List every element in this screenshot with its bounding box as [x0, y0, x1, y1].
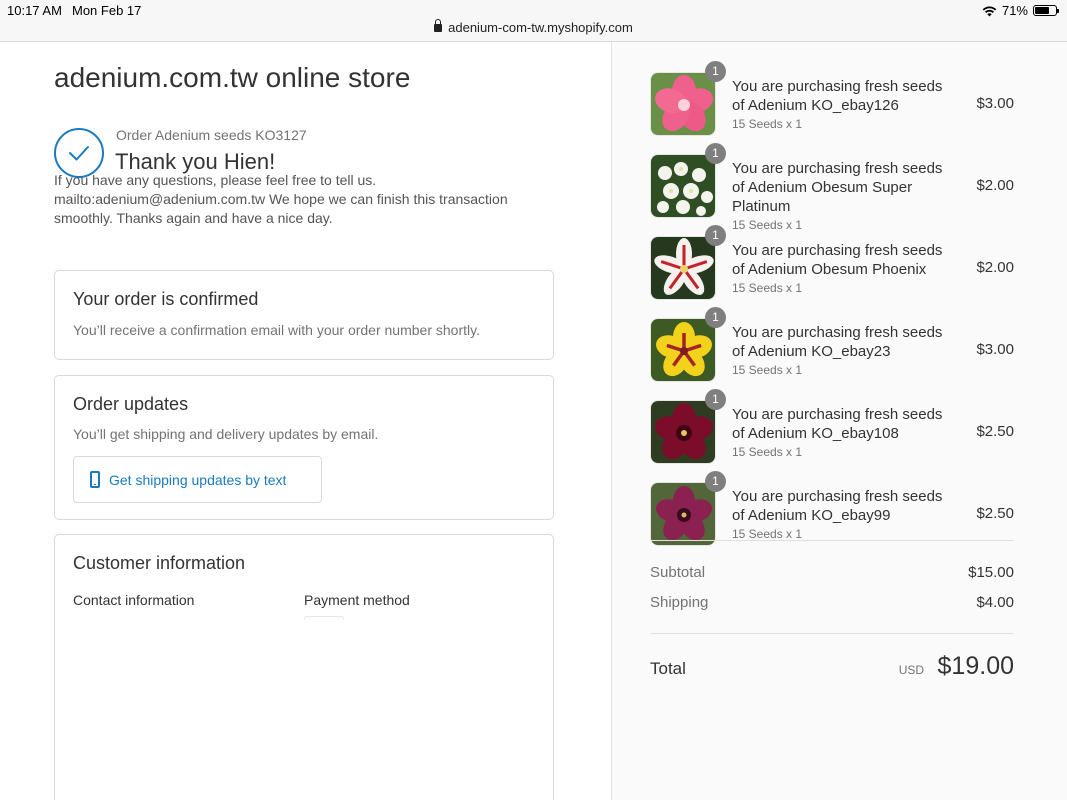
subtotal-value: $15.00	[968, 564, 1014, 581]
total-currency: USD	[898, 663, 925, 677]
product-variant: 15 Seeds x 1	[732, 445, 803, 459]
url-text: adenium-com-tw.myshopify.com	[448, 20, 633, 35]
status-date: Mon Feb 17	[72, 3, 142, 18]
product-image	[650, 482, 716, 546]
confirmed-text: You’ll receive a confirmation email with…	[73, 322, 480, 338]
total-label: Total	[650, 659, 686, 678]
payment-label: Payment method	[304, 592, 410, 608]
quantity-badge: 1	[705, 143, 726, 164]
contact-label: Contact information	[73, 592, 195, 608]
product-item: 1 You are purchasing fresh seeds of Aden…	[650, 143, 1014, 234]
shipping-label: Shipping	[650, 594, 709, 611]
battery-percent: 71%	[1001, 3, 1028, 18]
product-variant: 15 Seeds x 1	[732, 281, 803, 295]
product-image	[650, 72, 716, 136]
sms-button-label: Get shipping updates by text	[109, 471, 287, 488]
product-image	[650, 154, 716, 218]
quantity-badge: 1	[705, 471, 726, 492]
summary-divider	[650, 540, 1014, 541]
lock-icon	[434, 19, 443, 32]
address-bar[interactable]: adenium-com-tw.myshopify.com	[0, 19, 1067, 35]
product-item: 1 You are purchasing fresh seeds of Aden…	[650, 307, 1014, 398]
order-updates-section: Order updates You’ll get shipping and de…	[54, 375, 554, 520]
contact-information: Contact information	[73, 592, 304, 620]
product-price: $2.50	[976, 505, 1014, 522]
total-value: $19.00	[937, 652, 1014, 680]
order-confirmed-section: Your order is confirmed You’ll receive a…	[54, 270, 554, 360]
quantity-badge: 1	[705, 389, 726, 410]
product-name: You are purchasing fresh seeds of Adeniu…	[732, 159, 952, 234]
product-price: $2.00	[976, 259, 1014, 276]
customer-information-section: Customer information Contact information…	[54, 534, 554, 800]
product-image	[650, 400, 716, 464]
main-content: adenium.com.tw online store Order Adeniu…	[0, 42, 612, 800]
product-name: You are purchasing fresh seeds of Adeniu…	[732, 405, 952, 461]
product-name: You are purchasing fresh seeds of Adeniu…	[732, 487, 952, 543]
wifi-icon	[982, 5, 997, 16]
product-item: 1 You are purchasing fresh seeds of Aden…	[650, 471, 1014, 562]
product-variant: 15 Seeds x 1	[732, 363, 803, 377]
total-row: Total USD $19.00	[650, 652, 1014, 681]
product-item: 1 You are purchasing fresh seeds of Aden…	[650, 389, 1014, 480]
subtotal-row: Subtotal $15.00	[650, 564, 1014, 581]
payment-method: Payment method	[304, 592, 535, 620]
product-price: $2.00	[976, 177, 1014, 194]
product-variant: 15 Seeds x 1	[732, 218, 803, 232]
updates-title: Order updates	[73, 394, 189, 414]
product-price: $2.50	[976, 423, 1014, 440]
status-bar: 10:17 AM Mon Feb 17 adenium-com-tw.mysho…	[0, 0, 1067, 42]
payment-card-icon	[304, 616, 344, 620]
product-name: You are purchasing fresh seeds of Adeniu…	[732, 241, 952, 297]
quantity-badge: 1	[705, 61, 726, 82]
shipping-updates-by-text-button[interactable]: Get shipping updates by text	[73, 456, 322, 503]
quantity-badge: 1	[705, 307, 726, 328]
subtotal-label: Subtotal	[650, 564, 706, 581]
shipping-value: $4.00	[976, 594, 1014, 611]
product-image	[650, 318, 716, 382]
product-item: 1 You are purchasing fresh seeds of Aden…	[650, 61, 1014, 152]
product-variant: 15 Seeds x 1	[732, 117, 803, 131]
battery-icon	[1033, 5, 1059, 16]
quantity-badge: 1	[705, 225, 726, 246]
phone-icon	[90, 471, 100, 488]
customer-title: Customer information	[73, 553, 246, 573]
order-summary: 1 You are purchasing fresh seeds of Aden…	[611, 42, 1067, 800]
order-notes: If you have any questions, please feel f…	[54, 172, 508, 226]
updates-text: You’ll get shipping and delivery updates…	[73, 426, 379, 442]
product-name: You are purchasing fresh seeds of Adeniu…	[732, 77, 952, 133]
status-indicators: 71%	[982, 3, 1059, 18]
product-image	[650, 236, 716, 300]
total-divider	[650, 633, 1014, 634]
store-title[interactable]: adenium.com.tw online store	[54, 62, 410, 94]
confirmed-title: Your order is confirmed	[73, 289, 259, 309]
product-item: 1 You are purchasing fresh seeds of Aden…	[650, 225, 1014, 316]
shipping-row: Shipping $4.00	[650, 594, 1014, 611]
product-list: 1 You are purchasing fresh seeds of Aden…	[650, 61, 1014, 562]
product-name: You are purchasing fresh seeds of Adeniu…	[732, 323, 952, 379]
order-number: Order Adenium seeds KO3127	[116, 127, 307, 143]
status-time: 10:17 AM	[7, 3, 62, 18]
product-price: $3.00	[976, 95, 1014, 112]
product-price: $3.00	[976, 341, 1014, 358]
